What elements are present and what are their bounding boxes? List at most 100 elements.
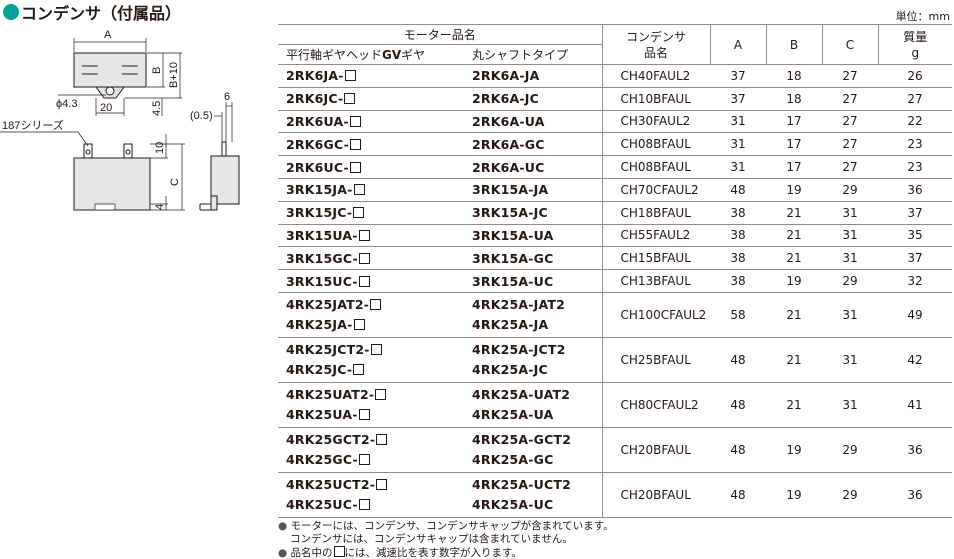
table-row: 3RK15GC- 3RK15A-GC CH15BFAUL 38 21 31 37 <box>278 246 952 271</box>
parallel-shaft-model: 3RK15GC- <box>278 246 464 271</box>
ratio-box-icon <box>353 207 365 219</box>
value-a: 38 <box>710 223 766 248</box>
table-row: 3RK15UA- 3RK15A-UA CH55FAUL2 38 21 31 35 <box>278 223 952 248</box>
front-view-body <box>73 157 151 211</box>
value-c: 27 <box>822 155 878 179</box>
dim-b-label: B <box>151 67 163 74</box>
value-c: 29 <box>822 426 878 473</box>
parallel-shaft-model: 4RK25UCT2- 4RK25UC- <box>278 471 464 518</box>
round-shaft-model: 2RK6A-JA <box>464 64 602 88</box>
mass-header: 質量 g <box>877 24 952 65</box>
parallel-shaft-model: 4RK25JAT2- 4RK25JA- <box>278 291 464 338</box>
dim-phi-label: ϕ4.3 <box>56 98 77 110</box>
value-g: 23 <box>878 155 952 179</box>
table-row: 4RK25UCT2- 4RK25UC- 4RK25A-UCT2 4RK25A-UC CH… <box>278 471 952 518</box>
table-row: 4RK25JCT2- 4RK25JC- 4RK25A-JCT2 4RK25A-JC CH… <box>278 336 952 383</box>
spec-table-body: 2RK6JA- 2RK6A-JA CH40FAUL2 37 18 27 26 2RK6JC- 2… <box>278 64 952 518</box>
value-a: 31 <box>710 109 766 134</box>
parallel-shaft-model: 3RK15UA- <box>278 223 464 248</box>
round-shaft-model: 3RK15A-UC <box>464 269 602 293</box>
parallel-shaft-model: 3RK15JC- <box>278 200 464 225</box>
top-view <box>73 52 147 88</box>
table-row: 4RK25GCT2- 4RK25GC- 4RK25A-GCT2 4RK25A-GC CH… <box>278 426 952 473</box>
series-label: 187シリーズ <box>2 118 64 132</box>
value-g: 42 <box>878 336 952 383</box>
table-row: 2RK6UC- 2RK6A-UC CH08BFAUL 31 17 27 23 <box>278 155 952 179</box>
round-shaft-model: 2RK6A-JC <box>464 86 602 111</box>
parallel-shaft-model: 4RK25GCT2- 4RK25GC- <box>278 426 464 473</box>
dim-20-label: 20 <box>100 102 112 114</box>
value-g: 36 <box>878 426 952 473</box>
value-a: 48 <box>710 336 766 383</box>
ratio-box-icon <box>358 498 370 510</box>
value-g: 49 <box>878 291 952 338</box>
value-g: 37 <box>878 200 952 225</box>
value-c: 27 <box>822 132 878 157</box>
dim-c-label: C <box>169 178 181 186</box>
capacitor-name: CH13BFAUL <box>601 269 710 293</box>
round-shaft-model: 4RK25A-JAT2 4RK25A-JA <box>464 291 602 338</box>
value-b: 17 <box>766 109 822 134</box>
ratio-box-icon <box>353 318 365 330</box>
round-shaft-model: 4RK25A-UAT2 4RK25A-UA <box>464 381 602 428</box>
col-c-header: C <box>821 24 878 65</box>
dim-10-label: 10 <box>154 142 166 154</box>
value-b: 21 <box>766 246 822 271</box>
value-a: 58 <box>710 291 766 338</box>
value-b: 19 <box>766 177 822 202</box>
ratio-box-icon <box>358 229 370 241</box>
capacitor-name: CH70CFAUL2 <box>601 177 710 202</box>
value-b: 19 <box>766 269 822 293</box>
dim-05-label: (0.5) <box>190 110 213 122</box>
value-b: 21 <box>766 223 822 248</box>
capacitor-name: CH18BFAUL <box>601 200 710 225</box>
value-c: 31 <box>822 246 878 271</box>
value-b: 21 <box>766 336 822 383</box>
round-shaft-model: 4RK25A-UCT2 4RK25A-UC <box>464 471 602 518</box>
ratio-box-icon <box>358 408 370 420</box>
parallel-shaft-model: 2RK6JA- <box>278 64 464 88</box>
capacitor-name: CH55FAUL2 <box>601 223 710 248</box>
value-b: 21 <box>766 291 822 338</box>
table-row: 4RK25JAT2- 4RK25JA- 4RK25A-JAT2 4RK25A-JA CH… <box>278 291 952 338</box>
parallel-shaft-model: 2RK6GC- <box>278 132 464 157</box>
capacitor-dimension-drawing: A B B+10 ϕ4.3 20 4.5 187シリーズ 10 4 C 6 (0… <box>0 29 240 211</box>
round-shaft-model: 2RK6A-GC <box>464 132 602 157</box>
round-shaft-header: 丸シャフトタイプ <box>464 44 602 65</box>
ratio-box-icon <box>358 252 370 264</box>
value-c: 31 <box>822 223 878 248</box>
motor-name-header: モーター品名 <box>278 24 602 45</box>
value-g: 41 <box>878 381 952 428</box>
ratio-box-icon <box>344 70 356 82</box>
capacitor-name: CH80CFAUL2 <box>601 381 710 428</box>
dim-45-label: 4.5 <box>151 101 163 116</box>
value-a: 48 <box>710 381 766 428</box>
capacitor-name: CH20BFAUL <box>601 426 710 473</box>
ratio-box-icon <box>376 478 388 490</box>
value-g: 32 <box>878 269 952 293</box>
parallel-shaft-model: 2RK6UC- <box>278 155 464 179</box>
ratio-box-icon <box>350 138 362 150</box>
col-b-header: B <box>765 24 822 65</box>
value-c: 31 <box>822 291 878 338</box>
table-row: 3RK15JA- 3RK15A-JA CH70CFAUL2 48 19 29 36 <box>278 177 952 202</box>
value-a: 31 <box>710 132 766 157</box>
footnote-2: ● 品名中の には、減速比を表す数字が入ります。 <box>278 546 522 559</box>
parallel-shaft-model: 2RK6JC- <box>278 86 464 111</box>
unit-label: 単位：mm <box>895 10 950 23</box>
ratio-box-icon <box>353 363 365 375</box>
value-c: 27 <box>822 86 878 111</box>
value-g: 27 <box>878 86 952 111</box>
value-b: 18 <box>766 64 822 88</box>
value-b: 19 <box>766 426 822 473</box>
value-g: 35 <box>878 223 952 248</box>
value-a: 48 <box>710 177 766 202</box>
round-shaft-model: 3RK15A-JC <box>464 200 602 225</box>
value-c: 29 <box>822 177 878 202</box>
capacitor-name: CH10BFAUL <box>601 86 710 111</box>
section-title: コンデンサ（付属品） <box>3 1 181 23</box>
table-row: 2RK6JC- 2RK6A-JC CH10BFAUL 37 18 27 27 <box>278 86 952 111</box>
green-bullet-icon <box>3 4 19 20</box>
ratio-box-icon <box>358 275 370 287</box>
value-g: 22 <box>878 109 952 134</box>
